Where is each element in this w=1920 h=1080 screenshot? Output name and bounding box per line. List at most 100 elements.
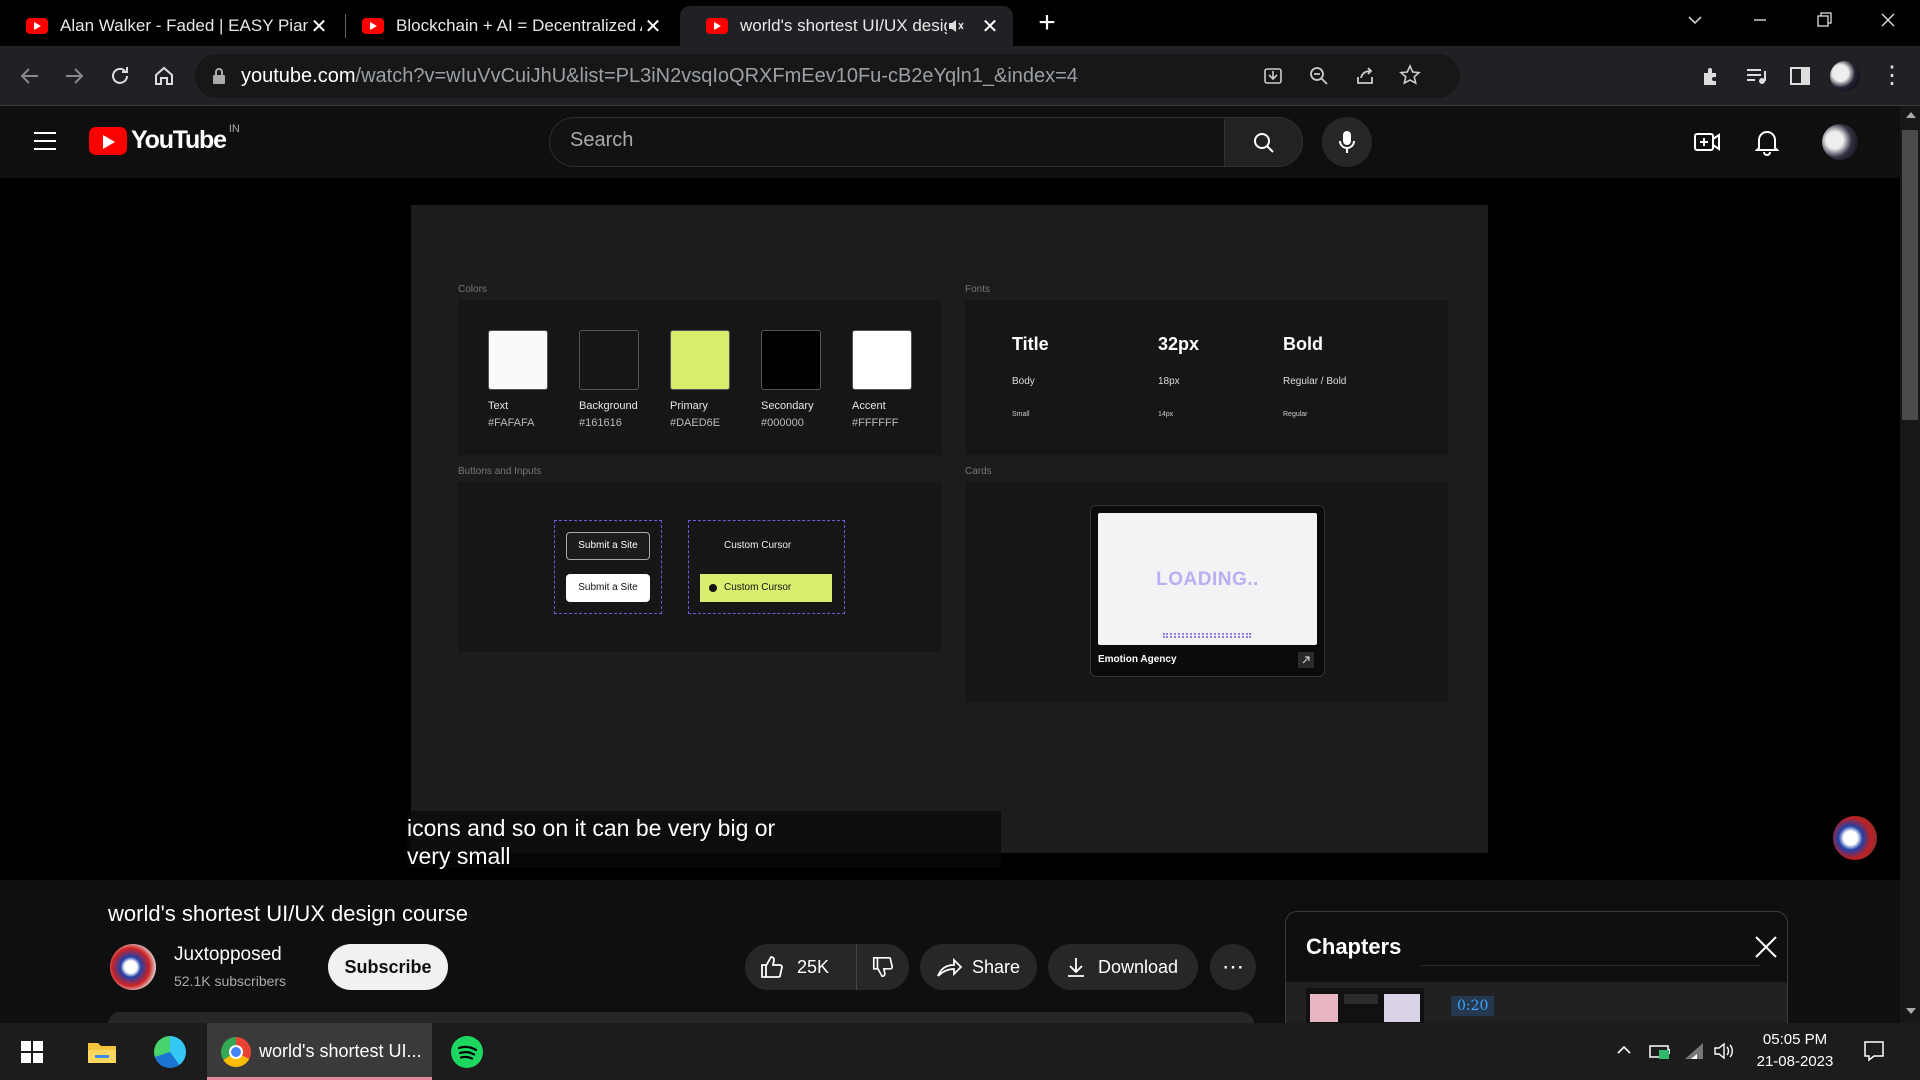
notification-center-icon[interactable] <box>1862 1039 1886 1063</box>
volume-icon[interactable] <box>1712 1041 1736 1061</box>
card-preview: LOADING.. <box>1098 513 1317 645</box>
minimize-window-icon[interactable] <box>1750 10 1770 30</box>
colors-panel: Text #FAFAFA Background #161616 Primary #DAED… <box>458 300 941 455</box>
region-code: IN <box>228 122 240 135</box>
dislike-button[interactable] <box>857 944 909 990</box>
edge-browser-icon[interactable] <box>154 1036 186 1068</box>
close-tab-icon[interactable]: ✕ <box>308 14 330 39</box>
share-page-icon[interactable] <box>1354 65 1376 87</box>
swatch-hex: #DAED6E <box>670 417 721 429</box>
page-scrollbar[interactable] <box>1900 106 1920 1023</box>
tab-alan-walker[interactable]: Alan Walker - Faded | EASY Piano ✕ <box>0 6 342 46</box>
loading-text: LOADING.. <box>1156 569 1259 590</box>
cursor-dot-icon <box>709 584 717 592</box>
restore-window-icon[interactable] <box>1814 10 1834 30</box>
channel-avatar[interactable] <box>110 944 156 990</box>
extensions-puzzle-icon[interactable] <box>1700 64 1724 88</box>
speaker-muted-icon[interactable] <box>947 17 969 35</box>
forward-arrow-icon[interactable] <box>62 64 86 88</box>
media-controls-icon[interactable] <box>1744 64 1768 88</box>
bookmark-star-icon[interactable] <box>1399 64 1421 86</box>
swatch-hex: #FFFFFF <box>852 417 899 429</box>
search-box[interactable] <box>549 117 1225 167</box>
custom-cursor-label: Custom Cursor <box>724 540 792 551</box>
tab-search-chevron-icon[interactable] <box>1685 10 1705 30</box>
tab-title: Blockchain + AI = Decentralized AI <box>396 16 642 35</box>
search-button[interactable] <box>1224 117 1303 167</box>
tab-active-video[interactable]: world's shortest UI/UX design course ✕ <box>680 6 1013 46</box>
chrome-icon <box>221 1037 251 1067</box>
tab-title: Alan Walker - Faded | EASY Piano <box>60 16 308 35</box>
tab-blockchain-ai[interactable]: Blockchain + AI = Decentralized AI ✕ <box>336 6 676 46</box>
chapter-timestamp[interactable]: 0:20 <box>1451 996 1495 1016</box>
clock-date: 21-08-2023 <box>1756 1053 1834 1070</box>
reload-icon[interactable] <box>108 64 132 88</box>
lock-icon[interactable] <box>211 67 227 85</box>
scrollbar-thumb[interactable] <box>1902 130 1918 420</box>
url-text[interactable]: youtube.com/watch?v=wIuVvCuiJhU&list=PL3… <box>241 65 1078 88</box>
side-panel-icon[interactable] <box>1788 64 1812 88</box>
search-icon <box>1252 131 1276 155</box>
close-tab-icon[interactable]: ✕ <box>642 14 664 39</box>
zoom-icon[interactable] <box>1308 65 1330 87</box>
custom-cursor-active: Custom Cursor <box>700 574 832 602</box>
youtube-logo[interactable]: YouTube IN <box>89 122 240 155</box>
voice-search-button[interactable] <box>1322 117 1372 167</box>
loading-progress-bar <box>1163 633 1251 638</box>
button-variants-frame: Submit a Site Submit a Site <box>554 520 662 614</box>
create-video-icon[interactable] <box>1693 129 1721 155</box>
show-hidden-icons-chevron-icon[interactable] <box>1615 1043 1633 1057</box>
file-explorer-icon[interactable] <box>86 1037 118 1065</box>
profile-avatar[interactable] <box>1830 61 1860 91</box>
browser-tab-strip: Alan Walker - Faded | EASY Piano ✕ Block… <box>0 0 1920 46</box>
fonts-panel: Title 32px Bold Body 18px Regular / Bold… <box>965 300 1448 455</box>
new-tab-plus-icon[interactable]: + <box>1032 8 1062 38</box>
home-icon[interactable] <box>152 64 176 88</box>
youtube-favicon-icon <box>362 18 384 34</box>
battery-charging-icon[interactable] <box>1648 1041 1672 1061</box>
scroll-up-arrow-icon[interactable] <box>1906 112 1916 118</box>
like-count: 25K <box>797 956 830 977</box>
clock-time: 05:05 PM <box>1762 1031 1828 1048</box>
video-frame: Colors Text #FAFAFA Background #161616 Prima… <box>411 205 1488 853</box>
chrome-menu-kebab-icon[interactable]: ⋮ <box>1880 64 1904 88</box>
back-arrow-icon[interactable] <box>18 64 42 88</box>
submit-site-light-button: Submit a Site <box>566 574 650 602</box>
spotify-icon[interactable] <box>451 1036 483 1068</box>
scroll-down-arrow-icon[interactable] <box>1906 1008 1916 1014</box>
video-player[interactable]: Colors Text #FAFAFA Background #161616 Prima… <box>0 178 1900 880</box>
video-caption: icons and so on it can be very big or ve… <box>407 811 1001 869</box>
system-clock[interactable]: 05:05 PM 21-08-2023 <box>1750 1029 1840 1073</box>
chapters-panel: Chapters 0:20 <box>1285 911 1788 1031</box>
channel-name[interactable]: Juxtopposed <box>174 944 282 966</box>
share-button[interactable]: Share <box>920 944 1037 990</box>
close-window-icon[interactable] <box>1878 10 1898 30</box>
wifi-icon[interactable] <box>1683 1041 1705 1061</box>
subscriber-count: 52.1K subscribers <box>174 973 287 989</box>
chapter-thumbnail <box>1306 988 1424 1026</box>
url-domain: youtube.com <box>241 65 356 87</box>
notifications-bell-icon[interactable] <box>1754 128 1780 156</box>
install-app-icon[interactable] <box>1262 65 1284 87</box>
windows-start-icon[interactable] <box>20 1040 44 1064</box>
address-bar[interactable]: youtube.com/watch?v=wIuVvCuiJhU&list=PL3… <box>195 54 1460 98</box>
section-label-colors: Colors <box>458 284 487 295</box>
chapters-title: Chapters <box>1306 934 1402 959</box>
more-actions-button[interactable]: ⋯ <box>1210 944 1256 990</box>
hamburger-menu-icon[interactable] <box>32 130 58 152</box>
channel-watermark-icon[interactable] <box>1833 816 1877 860</box>
like-button[interactable]: 25K <box>745 944 857 990</box>
swatch-name: Accent <box>852 400 886 412</box>
account-avatar[interactable] <box>1822 124 1858 160</box>
subscribe-button[interactable]: Subscribe <box>328 944 448 990</box>
close-tab-icon[interactable]: ✕ <box>979 14 1001 39</box>
close-chapters-icon[interactable] <box>1753 934 1779 960</box>
color-swatch-text <box>488 330 548 390</box>
caption-line-2: very small <box>407 843 511 869</box>
thumbs-down-icon <box>871 955 895 979</box>
download-label: Download <box>1098 956 1179 977</box>
search-input[interactable] <box>570 129 1170 152</box>
youtube-logo-text: YouTube <box>131 126 227 154</box>
taskbar-chrome-item[interactable]: world's shortest UI... <box>207 1023 432 1080</box>
download-button[interactable]: Download <box>1048 944 1198 990</box>
